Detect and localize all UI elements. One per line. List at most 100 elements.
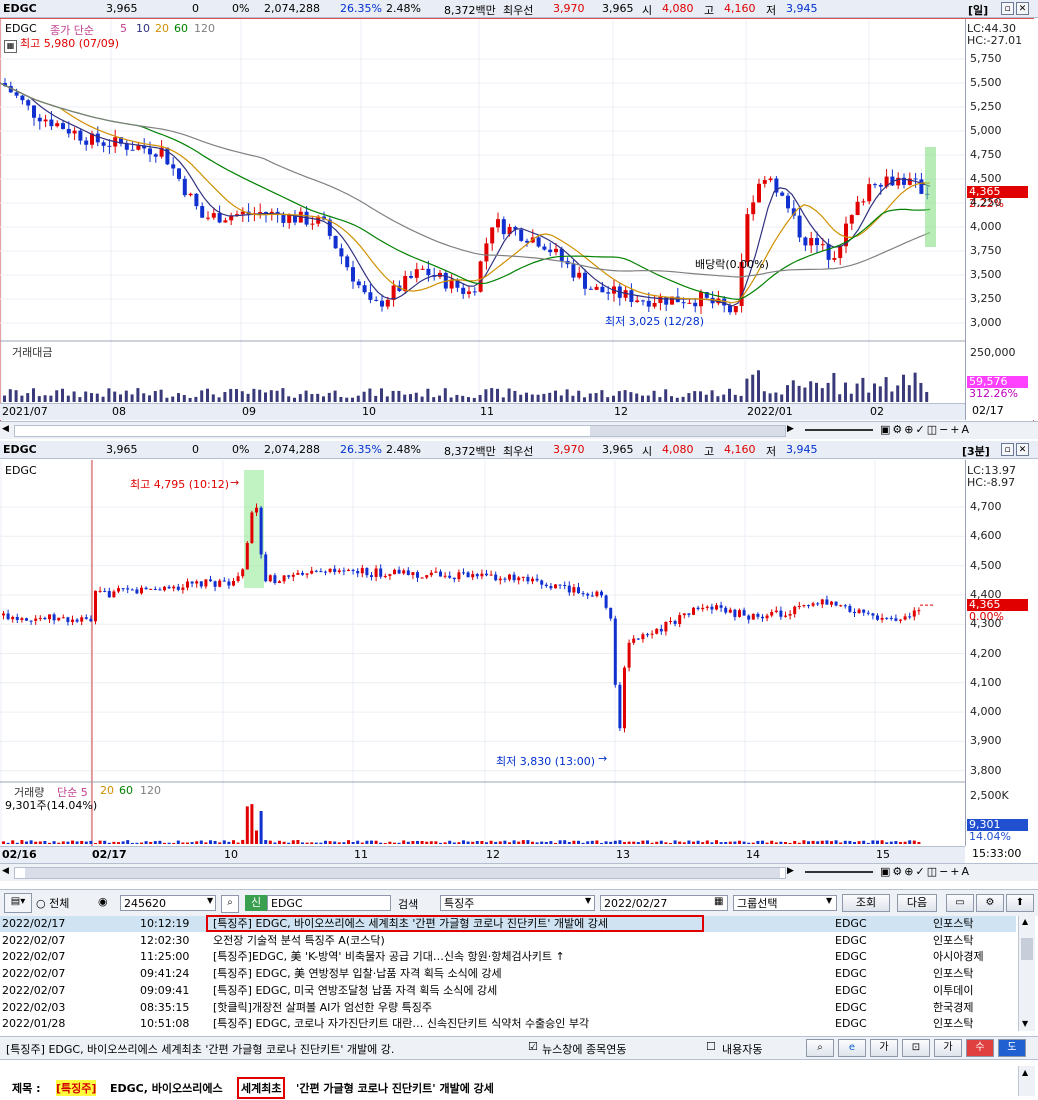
scroll-thumb[interactable]	[1021, 938, 1033, 960]
candle-body	[756, 613, 760, 617]
list-icon[interactable]: ▭	[946, 894, 974, 912]
grid-layout-icon[interactable]: ▤▾	[4, 893, 32, 913]
ticker-headline[interactable]: [특징주] EDGC, 바이오쓰리에스 세계최초 '간편 가글형 코로나 진단키…	[6, 1041, 394, 1057]
news-row[interactable]: 2022/02/07 12:02:30 오전장 기술적 분석 특징주 A(코스닥) E…	[0, 933, 1016, 949]
scroll-thumb[interactable]	[25, 868, 780, 878]
restore-icon[interactable]: ▫	[1001, 443, 1014, 456]
candle-body	[894, 618, 898, 621]
vol-ma-20: 20	[100, 784, 114, 797]
news-row[interactable]: 2022/01/28 10:51:08 [특징주] EDGC, 코로나 자가진단키트…	[0, 1016, 1016, 1032]
volume-bar	[687, 840, 691, 844]
news-row[interactable]: 2022/02/07 09:09:41 [특징주] EDGC, 미국 연방조달청 납…	[0, 983, 1016, 999]
grid-icon[interactable]: ▦	[4, 40, 17, 53]
scroll-left-icon[interactable]: ◀	[2, 424, 12, 436]
volume-bar	[252, 388, 256, 402]
candle-body	[38, 617, 42, 619]
chevron-down-icon[interactable]: ▼	[826, 896, 832, 905]
chevron-down-icon[interactable]: ▼	[207, 896, 213, 905]
news-link-checkbox[interactable]: ☑	[528, 1040, 538, 1053]
candle-body	[402, 570, 406, 574]
news-code: EDGC	[835, 967, 867, 981]
volume-bar	[374, 395, 378, 402]
ask: 3,970	[553, 2, 585, 15]
candle-body	[411, 572, 415, 575]
upload-icon[interactable]: ⬆	[1006, 894, 1034, 912]
content-auto-checkbox[interactable]: ☐	[706, 1040, 716, 1053]
scroll-down-icon[interactable]: ▼	[1022, 1019, 1028, 1028]
date-field[interactable]: 2022/02/27	[600, 895, 728, 911]
sell-button[interactable]: 수	[966, 1039, 994, 1057]
volume-bar	[770, 840, 774, 844]
candle-body	[912, 610, 916, 617]
scroll-up-icon[interactable]: ▲	[1022, 1068, 1028, 1077]
stock-name-field[interactable]: EDGC	[267, 895, 391, 911]
next-button[interactable]: 다음	[897, 894, 937, 912]
volume-bar	[2, 841, 5, 844]
chart-tool-icons[interactable]: ▣⚙⊕✓◫−+A	[880, 865, 971, 878]
volume-bar	[848, 840, 852, 844]
volume-bar	[72, 391, 76, 402]
volume-bar	[388, 841, 392, 844]
candle-body	[475, 574, 479, 577]
daily-x-axis: 2021/07 08 09 10 11 12 2022/01 02	[0, 403, 965, 420]
news-scrollbar[interactable]: ▲ ▼	[1018, 916, 1035, 1031]
volume-bar	[832, 372, 836, 402]
keyword-field[interactable]: 특징주	[440, 895, 595, 911]
candle-body	[919, 179, 924, 194]
search-icon[interactable]: ⌕	[221, 895, 239, 913]
chart-tool-icons[interactable]: ▣⚙⊕✓◫−+A	[880, 423, 971, 436]
settings-icon[interactable]: ⚙	[976, 894, 1004, 912]
low-arrow-icon: →	[598, 752, 608, 765]
calendar-icon[interactable]: ▦	[714, 896, 723, 907]
restore-icon[interactable]: ▫	[1001, 2, 1014, 15]
candle-body	[218, 580, 222, 587]
chevron-down-icon[interactable]: ▼	[585, 896, 591, 905]
zoom-slider[interactable]	[805, 871, 873, 873]
stock-code[interactable]: EDGC	[3, 2, 37, 15]
period-badge[interactable]: [3분]	[962, 443, 990, 459]
radio-all[interactable]: ○ 전체	[36, 895, 69, 911]
browser-icon[interactable]: e	[838, 1039, 866, 1057]
volume-bar	[190, 842, 194, 844]
minute-x-label: 11	[354, 848, 368, 861]
close-icon[interactable]: ✕	[1016, 443, 1029, 456]
volume-bar	[163, 842, 166, 844]
query-button[interactable]: 조회	[842, 894, 890, 912]
close-icon[interactable]: ✕	[1016, 2, 1029, 15]
volume-bar	[426, 388, 430, 402]
candle-body	[751, 202, 756, 215]
news-row[interactable]: 2022/02/03 08:35:15 [핫클릭]개장전 살펴볼 AI가 엄선한 우…	[0, 1000, 1016, 1016]
scroll-track[interactable]	[14, 425, 786, 437]
daily-high-note: 최고 5,980 (07/09)	[20, 37, 120, 50]
font-up-button[interactable]: 가	[870, 1039, 898, 1057]
volume-bar	[337, 842, 341, 844]
news-row[interactable]: 2022/02/07 09:41:24 [특징주] EDGC, 美 연방정부 입찰·…	[0, 966, 1016, 982]
stock-code[interactable]: EDGC	[3, 443, 37, 456]
scroll-track[interactable]	[14, 867, 786, 879]
scroll-left-icon[interactable]: ◀	[2, 866, 9, 876]
volume-bar	[612, 395, 615, 402]
window-icon[interactable]: ⊡	[902, 1039, 930, 1057]
font-down-button[interactable]: 가	[934, 1039, 962, 1057]
group-select[interactable]: 그룹선택	[733, 895, 837, 911]
scroll-right-icon[interactable]: ▶	[787, 424, 797, 436]
volume-bar	[241, 839, 245, 844]
radio-code[interactable]: ◉	[98, 895, 108, 908]
code-input[interactable]: 245620	[120, 895, 216, 911]
scroll-up-icon[interactable]: ▲	[1022, 917, 1028, 926]
article-scrollbar[interactable]: ▲	[1018, 1066, 1035, 1096]
candle-body	[825, 599, 829, 605]
candle-body	[542, 246, 547, 250]
candle-body	[89, 618, 93, 622]
scroll-right-icon[interactable]: ▶	[787, 866, 794, 876]
volume-bar	[158, 840, 162, 844]
search-icon[interactable]: ⌕	[806, 1039, 834, 1057]
period-badge[interactable]: [일]	[968, 2, 988, 18]
news-row[interactable]: 2022/02/07 11:25:00 [특징주]EDGC, 美 'K-방역' 비축…	[0, 949, 1016, 965]
candle-body	[356, 571, 360, 574]
buy-button[interactable]: 도	[998, 1039, 1026, 1057]
zoom-slider[interactable]	[805, 429, 873, 431]
candle-body	[655, 628, 659, 634]
volume-bar	[521, 840, 525, 844]
scroll-thumb[interactable]	[590, 426, 785, 436]
